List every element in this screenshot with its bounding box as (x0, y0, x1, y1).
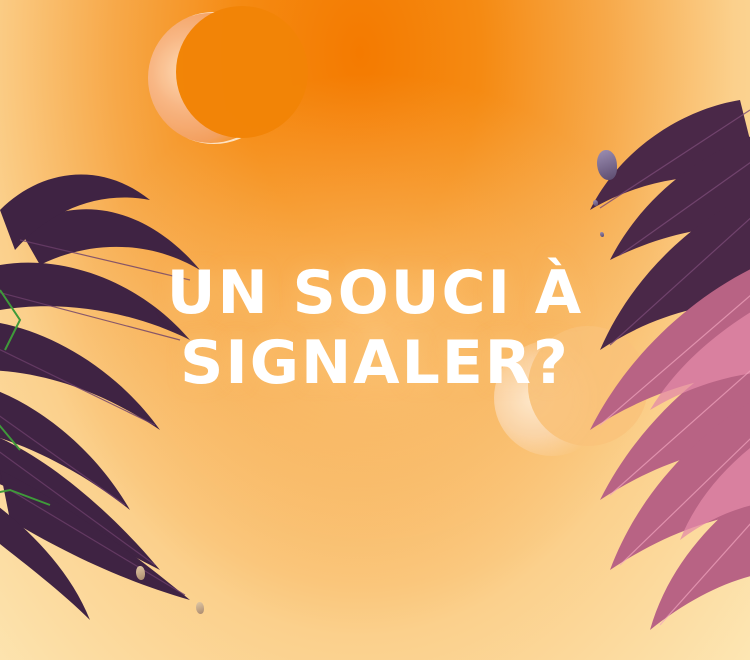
floating-rock-icon (597, 150, 617, 180)
floating-rock-icon (600, 232, 604, 237)
headline-line-2: SIGNALER? (180, 328, 570, 398)
floating-rock-icon (136, 566, 145, 580)
headline: UN SOUCI À SIGNALER? (0, 258, 750, 398)
floating-rock-icon (593, 200, 598, 206)
hero-banner: UN SOUCI À SIGNALER? (0, 0, 750, 660)
crescent-moon-icon (148, 6, 308, 144)
floating-rock-icon (196, 602, 204, 614)
headline-line-1: UN SOUCI À (166, 258, 584, 328)
palm-tree-left-icon (0, 174, 200, 620)
